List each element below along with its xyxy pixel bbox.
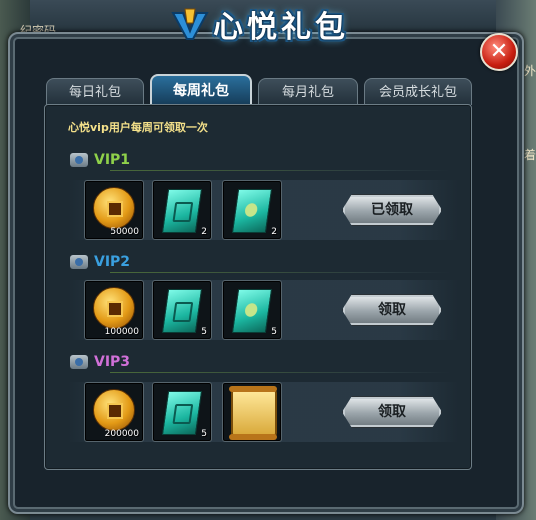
claimed-button[interactable]: 已领取 <box>342 194 442 226</box>
tab-bar: 每日礼包 每周礼包 每月礼包 会员成长礼包 <box>46 74 472 106</box>
close-button[interactable]: ✕ <box>480 33 518 71</box>
reward-slot[interactable]: 50000 <box>84 180 144 240</box>
reward-slot[interactable]: 5 <box>152 280 212 340</box>
tab-monthly[interactable]: 每月礼包 <box>258 78 358 105</box>
card-icon <box>161 289 203 333</box>
section-header-vip2: VIP2 <box>70 252 130 272</box>
reward-slot[interactable]: 5 <box>222 280 282 340</box>
reward-slot[interactable]: 5 <box>152 382 212 442</box>
reward-slot[interactable]: 2 <box>152 180 212 240</box>
scroll-icon <box>229 386 277 440</box>
claim-button[interactable]: 领取 <box>342 294 442 326</box>
section-label: VIP2 <box>94 254 131 270</box>
reward-quantity: 2 <box>201 227 207 237</box>
leaf-card-icon <box>231 289 273 333</box>
section-header-vip3: VIP3 <box>70 352 130 372</box>
reward-quantity: 2 <box>271 227 277 237</box>
gold-coin-icon <box>93 287 135 329</box>
tab-weekly[interactable]: 每周礼包 <box>150 74 252 106</box>
vip-badge-icon <box>70 153 88 167</box>
gold-coin-icon <box>93 389 135 431</box>
tab-daily[interactable]: 每日礼包 <box>46 78 144 105</box>
reward-slot[interactable]: 2 <box>222 180 282 240</box>
reward-quantity: 5 <box>201 327 207 337</box>
card-icon <box>161 189 203 233</box>
gold-coin-icon <box>93 187 135 229</box>
reward-quantity: 100000 <box>104 327 139 337</box>
claim-button[interactable]: 领取 <box>342 396 442 428</box>
card-icon <box>161 391 203 435</box>
section-divider <box>110 170 450 171</box>
notice-text: 心悦vip用户每周可领取一次 <box>68 121 208 134</box>
reward-quantity: 200000 <box>104 429 139 439</box>
window-title-text: 心悦礼包 <box>213 10 349 45</box>
reward-quantity: 5 <box>201 429 207 439</box>
section-label: VIP1 <box>94 152 131 168</box>
tab-member-growth[interactable]: 会员成长礼包 <box>364 78 472 105</box>
section-divider <box>110 272 450 273</box>
reward-slot[interactable]: 100000 <box>84 280 144 340</box>
vip-badge-icon <box>70 355 88 369</box>
reward-quantity: 5 <box>271 327 277 337</box>
window-title: 心悦礼包 <box>162 4 358 45</box>
section-label: VIP3 <box>94 354 131 370</box>
close-icon: ✕ <box>489 39 509 64</box>
reward-slot[interactable]: 200000 <box>84 382 144 442</box>
reward-slot[interactable] <box>222 382 282 442</box>
vip-logo-icon <box>171 7 209 41</box>
reward-quantity: 50000 <box>110 227 139 237</box>
section-divider <box>110 372 450 373</box>
vip-badge-icon <box>70 255 88 269</box>
leaf-card-icon <box>231 189 273 233</box>
section-header-vip1: VIP1 <box>70 150 130 170</box>
